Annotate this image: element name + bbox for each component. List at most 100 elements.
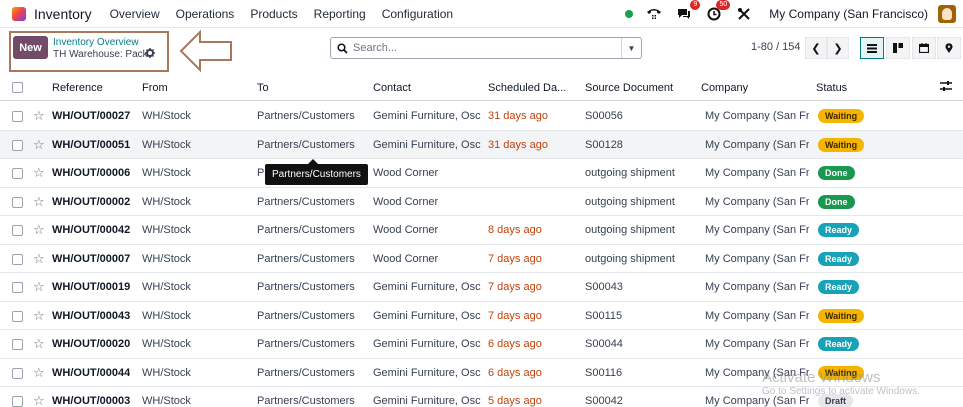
- select-all-checkbox[interactable]: [12, 82, 23, 93]
- status-badge: Done: [818, 166, 855, 180]
- pager-value[interactable]: 1-80 / 154: [751, 41, 801, 53]
- column-from[interactable]: From: [142, 82, 168, 94]
- row-checkbox[interactable]: [12, 396, 23, 407]
- list-view-button[interactable]: [860, 37, 884, 59]
- list-view-icon: [867, 44, 877, 53]
- inventory-app-icon[interactable]: [12, 6, 26, 21]
- menu-overview[interactable]: Overview: [110, 7, 160, 21]
- cell-company: My Company (San Fra...: [705, 167, 809, 179]
- table-row[interactable]: ☆ WH/OUT/00020 WH/Stock Partners/Customers G…: [0, 330, 963, 359]
- pager-previous-button[interactable]: ❮: [805, 37, 827, 59]
- menu-reporting[interactable]: Reporting: [314, 7, 366, 21]
- table-row[interactable]: ☆ WH/OUT/00019 WH/Stock Partners/Customers G…: [0, 273, 963, 302]
- cell-from: WH/Stock: [142, 195, 191, 208]
- cell-to: Partners/Customers: [257, 138, 355, 151]
- table-row[interactable]: ☆ WH/OUT/00006 WH/Stock Pa Wood Corner outgoi…: [0, 159, 963, 188]
- cell-source-document: S00044: [585, 338, 623, 350]
- cell-company: My Company (San Fra...: [705, 195, 809, 208]
- pager-next-button[interactable]: ❯: [827, 37, 849, 59]
- cell-source-document: outgoing shipment: [585, 224, 675, 236]
- row-checkbox[interactable]: [12, 225, 23, 236]
- row-checkbox[interactable]: [12, 196, 23, 208]
- search-bar: ▼: [330, 37, 642, 59]
- kanban-view-button[interactable]: [886, 37, 910, 59]
- activities-badge: 50: [716, 0, 731, 10]
- row-checkbox[interactable]: [12, 367, 23, 379]
- menu-products[interactable]: Products: [250, 7, 297, 21]
- app-name[interactable]: Inventory: [34, 6, 92, 22]
- favorite-star-icon[interactable]: ☆: [33, 165, 45, 181]
- company-switcher[interactable]: My Company (San Francisco): [769, 7, 928, 21]
- column-to[interactable]: To: [257, 82, 269, 94]
- favorite-star-icon[interactable]: ☆: [33, 137, 45, 153]
- phone-icon[interactable]: [645, 5, 663, 23]
- user-avatar[interactable]: [938, 5, 956, 23]
- cell-to: Partners/Customers: [257, 224, 355, 236]
- favorite-star-icon[interactable]: ☆: [33, 108, 45, 124]
- cell-from: WH/Stock: [142, 167, 191, 179]
- row-checkbox[interactable]: [12, 282, 23, 293]
- map-view-button[interactable]: [937, 37, 961, 59]
- table-row[interactable]: ☆ WH/OUT/00002 WH/Stock Partners/Customers W…: [0, 188, 963, 216]
- optional-columns-toggle-icon[interactable]: [940, 80, 952, 95]
- favorite-star-icon[interactable]: ☆: [33, 251, 45, 267]
- favorite-star-icon[interactable]: ☆: [33, 279, 45, 295]
- cell-from: WH/Stock: [142, 338, 191, 350]
- row-checkbox[interactable]: [12, 253, 23, 265]
- tooltip: Partners/Customers: [265, 159, 368, 185]
- breadcrumb-inventory-overview[interactable]: Inventory Overview: [53, 37, 139, 48]
- favorite-star-icon[interactable]: ☆: [33, 365, 45, 381]
- menu-operations[interactable]: Operations: [176, 7, 235, 21]
- column-source-document[interactable]: Source Document: [585, 82, 673, 94]
- tools-icon[interactable]: [735, 5, 753, 23]
- cell-scheduled-date: 5 days ago: [488, 395, 542, 407]
- row-checkbox[interactable]: [12, 168, 23, 179]
- favorite-star-icon[interactable]: ☆: [33, 194, 45, 210]
- new-button[interactable]: New: [13, 36, 48, 59]
- favorite-star-icon[interactable]: ☆: [33, 222, 45, 238]
- table-row[interactable]: ☆ WH/OUT/00043 WH/Stock Partners/Customers G…: [0, 302, 963, 330]
- cell-company: My Company (San Fra...: [705, 138, 809, 151]
- table-row[interactable]: ☆ WH/OUT/00027 WH/Stock Partners/Customers G…: [0, 102, 963, 131]
- column-reference[interactable]: Reference: [52, 82, 103, 94]
- activity-clock-icon[interactable]: 50: [705, 0, 731, 23]
- calendar-view-button[interactable]: [912, 37, 936, 59]
- row-checkbox[interactable]: [12, 339, 23, 350]
- cell-source-document: S00116: [585, 366, 623, 379]
- column-company[interactable]: Company: [701, 82, 748, 94]
- menu-configuration[interactable]: Configuration: [382, 7, 453, 21]
- table-row[interactable]: ☆ WH/OUT/00051 WH/Stock Partners/Customers G…: [0, 130, 963, 159]
- favorite-star-icon[interactable]: ☆: [33, 308, 45, 324]
- cell-company: My Company (San Fra...: [705, 252, 809, 265]
- table-row[interactable]: ☆ WH/OUT/00007 WH/Stock Partners/Customers W…: [0, 245, 963, 273]
- cell-company: My Company (San Fra...: [705, 281, 809, 293]
- online-status-icon: [625, 10, 634, 18]
- gear-icon[interactable]: [145, 48, 155, 61]
- search-icon: [331, 42, 353, 54]
- cell-company: My Company (San Fra...: [705, 224, 809, 236]
- column-status[interactable]: Status: [816, 82, 847, 94]
- cell-from: WH/Stock: [142, 395, 191, 407]
- favorite-star-icon[interactable]: ☆: [33, 336, 45, 352]
- cell-reference: WH/OUT/00044: [52, 366, 131, 379]
- table-row[interactable]: ☆ WH/OUT/00042 WH/Stock Partners/Customers W…: [0, 216, 963, 245]
- cell-reference: WH/OUT/00027: [52, 110, 131, 122]
- cell-scheduled-date: 31 days ago: [488, 138, 548, 151]
- search-options-caret-icon[interactable]: ▼: [621, 38, 641, 58]
- status-badge: Ready: [818, 223, 860, 237]
- cell-contact: Wood Corner: [373, 195, 439, 208]
- column-contact[interactable]: Contact: [373, 82, 411, 94]
- row-checkbox[interactable]: [12, 111, 23, 122]
- cell-reference: WH/OUT/00006: [52, 167, 131, 179]
- status-badge: Ready: [818, 280, 860, 294]
- column-scheduled-date[interactable]: Scheduled Da...: [488, 82, 566, 94]
- list-header: Reference From To Contact Scheduled Da..…: [0, 74, 963, 101]
- chat-messages-icon[interactable]: 9: [675, 0, 701, 23]
- cell-reference: WH/OUT/00019: [52, 281, 131, 293]
- favorite-star-icon[interactable]: ☆: [33, 393, 45, 407]
- search-input[interactable]: [353, 42, 621, 54]
- row-checkbox[interactable]: [12, 139, 23, 151]
- cell-source-document: outgoing shipment: [585, 167, 675, 179]
- row-checkbox[interactable]: [12, 310, 23, 322]
- cell-from: WH/Stock: [142, 138, 191, 151]
